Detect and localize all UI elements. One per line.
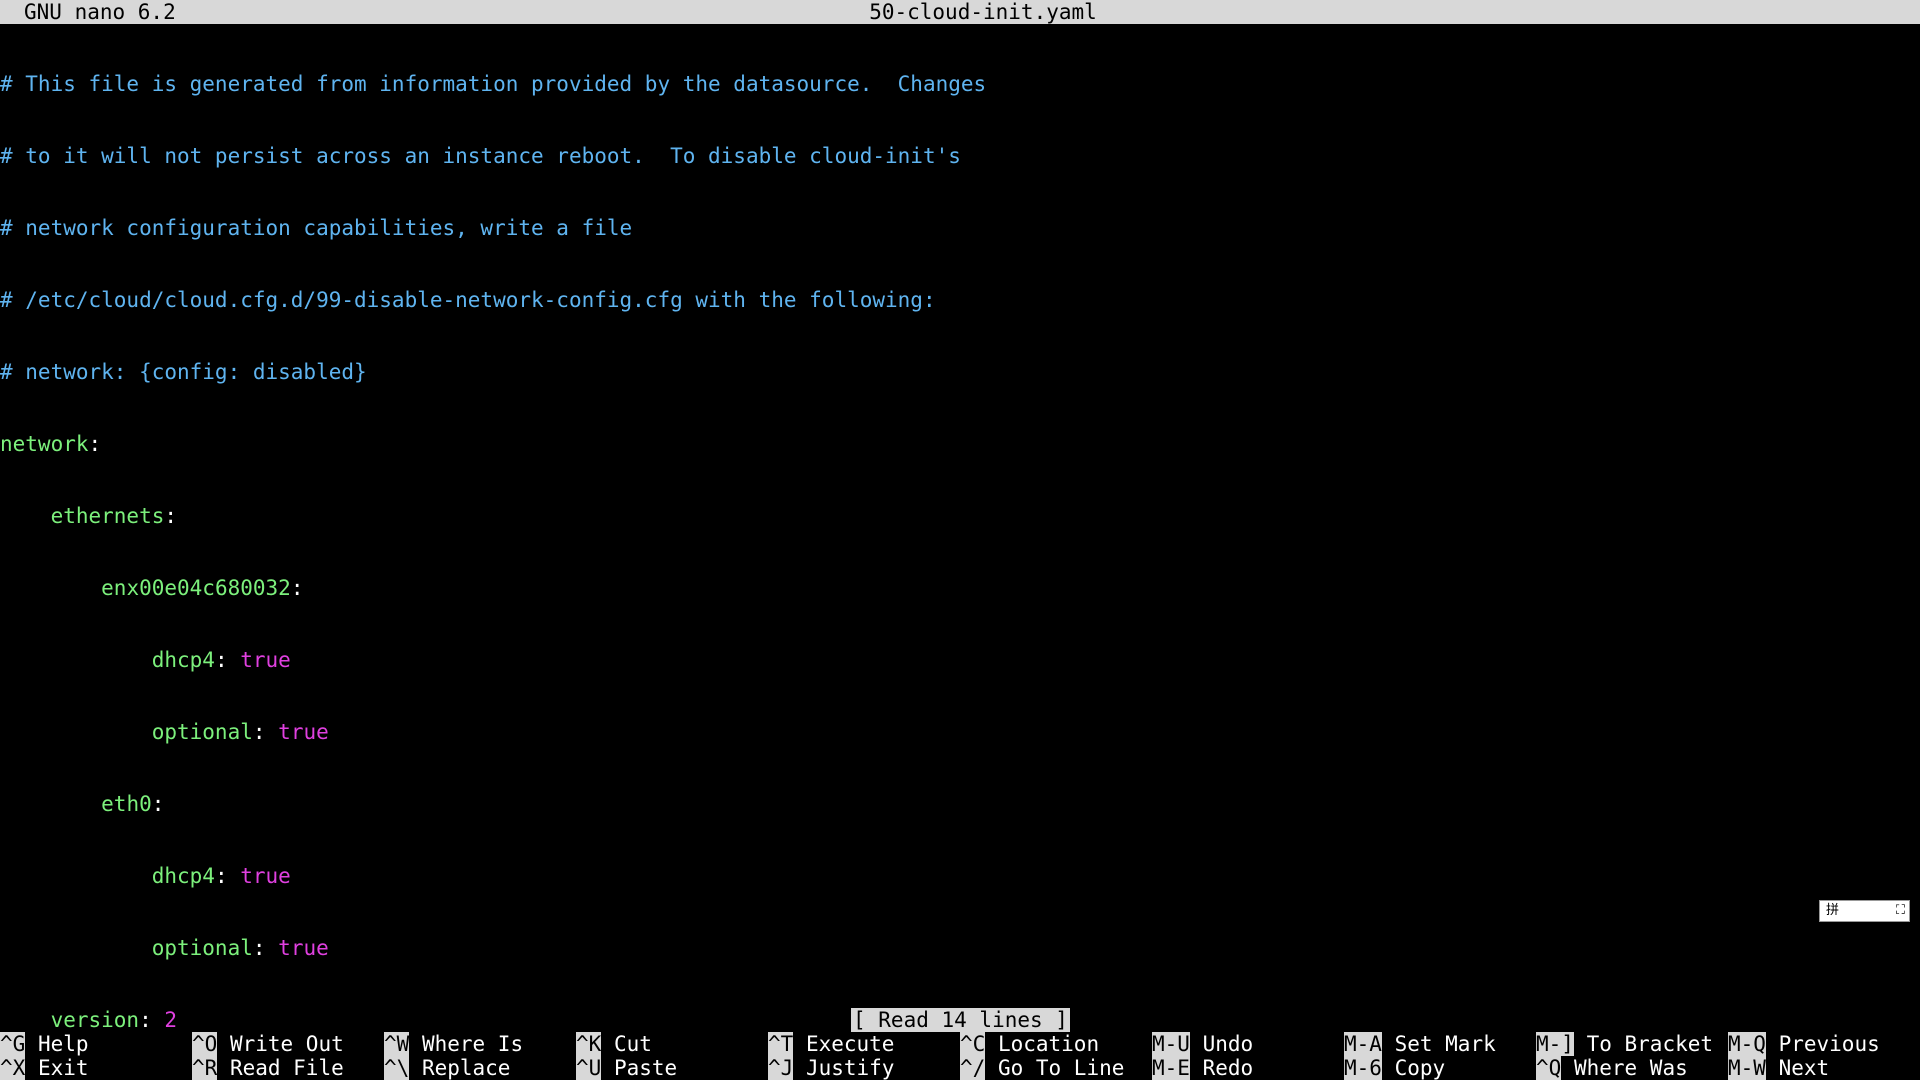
yaml-key: network <box>0 432 89 456</box>
code-line[interactable]: dhcp4: true <box>0 864 1920 888</box>
shortcut-justify[interactable]: ^J Justify <box>768 1056 894 1080</box>
comment-line[interactable]: # network configuration capabilities, wr… <box>0 216 1920 240</box>
status-message: [ Read 14 lines ] <box>851 1008 1070 1032</box>
yaml-key: version <box>50 1008 140 1032</box>
editor-area[interactable]: # This file is generated from informatio… <box>0 24 1920 1056</box>
comment-line[interactable]: # network: {config: disabled} <box>0 360 1920 384</box>
yaml-value: 2 <box>164 1008 178 1032</box>
shortcut-paste[interactable]: ^U Paste <box>576 1056 677 1080</box>
shortcut-bar: ^G Help ^X Exit ^O Write Out ^R Read Fil… <box>0 1032 1920 1080</box>
shortcut-replace[interactable]: ^\ Replace <box>384 1056 510 1080</box>
shortcut-cut[interactable]: ^K Cut <box>576 1032 652 1056</box>
yaml-value: true <box>240 648 291 672</box>
shortcut-read-file[interactable]: ^R Read File <box>192 1056 344 1080</box>
shortcut-execute[interactable]: ^T Execute <box>768 1032 894 1056</box>
code-line[interactable]: ethernets: <box>0 504 1920 528</box>
shortcut-where-is[interactable]: ^W Where Is <box>384 1032 523 1056</box>
shortcut-next[interactable]: M-W Next <box>1728 1056 1829 1080</box>
shortcut-previous[interactable]: M-Q Previous <box>1728 1032 1880 1056</box>
shortcut-redo[interactable]: M-E Redo <box>1152 1056 1253 1080</box>
code-line[interactable]: optional: true <box>0 720 1920 744</box>
code-line[interactable]: dhcp4: true <box>0 648 1920 672</box>
expand-icon[interactable]: ⛶ <box>1896 901 1905 921</box>
ime-toolbar[interactable]: 拼 ⛶ <box>1819 900 1910 922</box>
yaml-key: dhcp4 <box>151 648 215 672</box>
comment-line[interactable]: # This file is generated from informatio… <box>0 72 1920 96</box>
comment-line[interactable]: # /etc/cloud/cloud.cfg.d/99-disable-netw… <box>0 288 1920 312</box>
shortcut-location[interactable]: ^C Location <box>960 1032 1099 1056</box>
shortcut-copy[interactable]: M-6 Copy <box>1344 1056 1445 1080</box>
yaml-value: true <box>278 936 329 960</box>
shortcut-exit[interactable]: ^X Exit <box>0 1056 89 1080</box>
code-line[interactable]: optional: true <box>0 936 1920 960</box>
code-line[interactable]: eth0: <box>0 792 1920 816</box>
file-name: 50-cloud-init.yaml <box>869 0 1097 24</box>
yaml-key: enx00e04c680032 <box>101 576 291 600</box>
shortcut-where-was[interactable]: ^Q Where Was <box>1536 1056 1688 1080</box>
code-line[interactable]: enx00e04c680032: <box>0 576 1920 600</box>
yaml-value: true <box>240 864 291 888</box>
shortcut-undo[interactable]: M-U Undo <box>1152 1032 1253 1056</box>
comment-line[interactable]: # to it will not persist across an insta… <box>0 144 1920 168</box>
shortcut-help[interactable]: ^G Help <box>0 1032 89 1056</box>
yaml-key: optional <box>151 720 253 744</box>
shortcut-write-out[interactable]: ^O Write Out <box>192 1032 344 1056</box>
title-bar: GNU nano 6.2 50-cloud-init.yaml <box>0 0 1920 24</box>
yaml-key: optional <box>151 936 253 960</box>
ime-pinyin-icon[interactable]: 拼 <box>1826 901 1839 921</box>
shortcut-to-bracket[interactable]: M-] To Bracket <box>1536 1032 1713 1056</box>
shortcut-go-to-line[interactable]: ^/ Go To Line <box>960 1056 1124 1080</box>
yaml-key: eth0 <box>101 792 152 816</box>
shortcut-set-mark[interactable]: M-A Set Mark <box>1344 1032 1496 1056</box>
yaml-key: ethernets <box>50 504 165 528</box>
yaml-key: dhcp4 <box>151 864 215 888</box>
code-line[interactable]: network: <box>0 432 1920 456</box>
yaml-value: true <box>278 720 329 744</box>
